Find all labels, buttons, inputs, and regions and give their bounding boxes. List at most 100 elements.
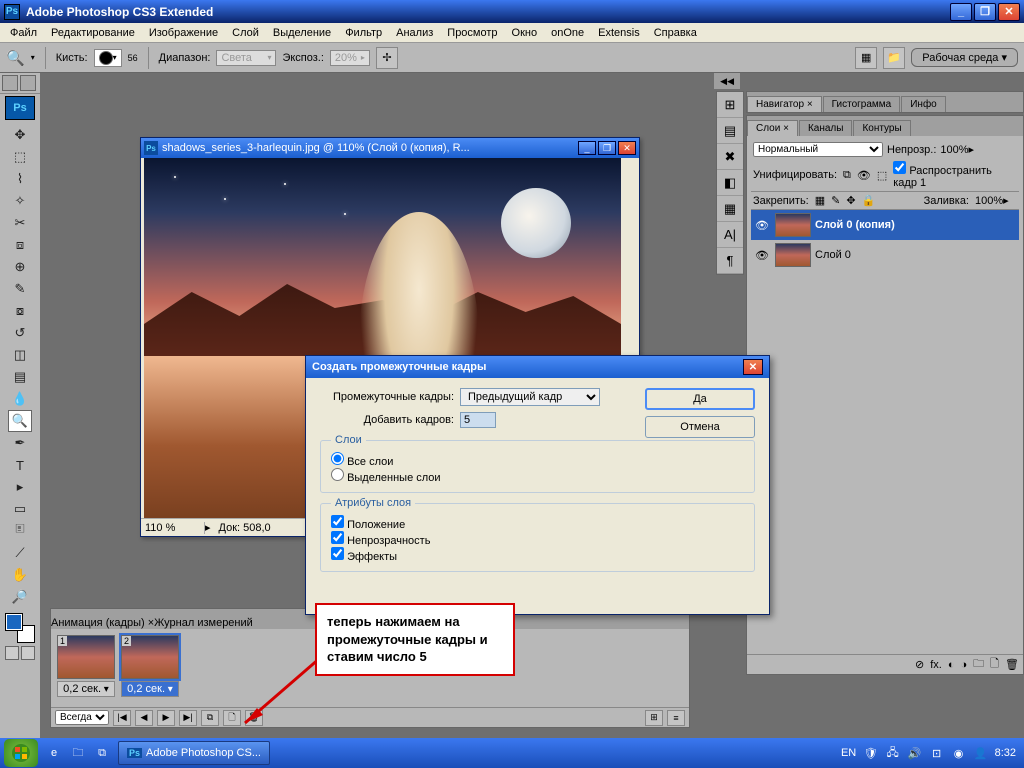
zoom-tool-icon[interactable]: 🔎: [8, 586, 32, 608]
tool-flyout-icon[interactable]: ▾: [31, 53, 35, 62]
tab-paths[interactable]: Контуры: [853, 120, 910, 136]
menu-help[interactable]: Справка: [648, 25, 703, 41]
brush-preset-picker[interactable]: ▾: [94, 49, 122, 67]
eyedropper-tool-icon[interactable]: ⟋: [8, 542, 32, 564]
tab-navigator[interactable]: Навигатор ×: [747, 96, 822, 112]
effects-checkbox[interactable]: Эффекты: [331, 551, 397, 563]
tab-histogram[interactable]: Гистограмма: [823, 96, 901, 112]
shape-tool-icon[interactable]: ▭: [8, 498, 32, 520]
lock-image-icon[interactable]: ✎: [831, 194, 840, 207]
dodge-tool-icon[interactable]: 🔍: [6, 49, 25, 67]
layer-row[interactable]: 👁 Слой 0: [751, 240, 1019, 270]
menu-image[interactable]: Изображение: [143, 25, 224, 41]
frames-to-add-input[interactable]: [460, 412, 496, 428]
info-icon[interactable]: ✖: [717, 144, 743, 170]
start-button[interactable]: [4, 739, 38, 767]
panel-menu-icon[interactable]: ≡: [667, 710, 685, 726]
doc-maximize-button[interactable]: ❐: [598, 141, 616, 155]
tray-msn-icon[interactable]: 👤: [973, 745, 989, 761]
ok-button[interactable]: Да: [645, 388, 755, 410]
new-layer-icon[interactable]: 🗋: [990, 655, 999, 674]
opacity-field[interactable]: 100%▸: [940, 143, 982, 156]
screen-mode-full-icon[interactable]: [20, 75, 36, 91]
menu-view[interactable]: Просмотр: [441, 25, 503, 41]
lock-transparency-icon[interactable]: ▦: [815, 194, 825, 207]
cancel-button[interactable]: Отмена: [645, 416, 755, 438]
dialog-titlebar[interactable]: Создать промежуточные кадры ✕: [306, 356, 769, 378]
navigator-icon[interactable]: ⊞: [717, 92, 743, 118]
menu-file[interactable]: Файл: [4, 25, 43, 41]
menu-extensis[interactable]: Extensis: [592, 25, 646, 41]
layer-thumbnail[interactable]: [775, 213, 811, 237]
palette-well-icon[interactable]: ▦: [855, 47, 877, 69]
screen-mode-standard-icon[interactable]: [2, 75, 18, 91]
heal-tool-icon[interactable]: ⊕: [8, 256, 32, 278]
loop-select[interactable]: Всегда: [55, 710, 109, 725]
exposure-select[interactable]: 20%▸: [330, 50, 370, 66]
tray-usb-icon[interactable]: ⊡: [929, 745, 945, 761]
lock-all-icon[interactable]: 🔒: [862, 194, 876, 207]
next-frame-icon[interactable]: ▶|: [179, 710, 197, 726]
crop-tool-icon[interactable]: ✂: [8, 212, 32, 234]
tray-clock[interactable]: 8:32: [995, 747, 1016, 759]
layer-thumbnail[interactable]: [775, 243, 811, 267]
layer-name[interactable]: Слой 0: [815, 249, 851, 261]
prev-frame-icon[interactable]: ◀: [135, 710, 153, 726]
document-titlebar[interactable]: Ps shadows_series_3-harlequin.jpg @ 110%…: [141, 138, 639, 158]
visibility-icon[interactable]: 👁: [753, 219, 771, 232]
blur-tool-icon[interactable]: 💧: [8, 388, 32, 410]
layer-name[interactable]: Слой 0 (копия): [815, 219, 895, 231]
tab-animation[interactable]: Анимация (кадры) ×: [51, 617, 154, 629]
lasso-tool-icon[interactable]: ⌇: [8, 168, 32, 190]
panel-collapse-handle[interactable]: ◀◀: [714, 73, 740, 89]
layer-row[interactable]: 👁 Слой 0 (копия): [751, 210, 1019, 240]
bridge-icon[interactable]: 📁: [883, 47, 905, 69]
tray-lang[interactable]: EN: [841, 745, 857, 761]
menu-select[interactable]: Выделение: [267, 25, 337, 41]
foreground-color-swatch[interactable]: [6, 614, 22, 630]
zoom-field[interactable]: 110 %: [145, 522, 205, 534]
animation-frame[interactable]: 2 0,2 сек. ▾: [121, 635, 179, 697]
wand-tool-icon[interactable]: ✧: [8, 190, 32, 212]
tab-layers[interactable]: Слои ×: [747, 120, 798, 136]
color-swatches[interactable]: [6, 614, 34, 642]
selected-layers-radio[interactable]: Выделенные слои: [331, 472, 441, 484]
menu-layer[interactable]: Слой: [226, 25, 265, 41]
doc-close-button[interactable]: ✕: [618, 141, 636, 155]
move-tool-icon[interactable]: ✥: [8, 124, 32, 146]
link-layers-icon[interactable]: ⊘: [915, 658, 924, 671]
animation-frame[interactable]: 1 0,2 сек. ▾: [57, 635, 115, 697]
stamp-tool-icon[interactable]: ⧇: [8, 300, 32, 322]
first-frame-icon[interactable]: |◀: [113, 710, 131, 726]
type-tool-icon[interactable]: T: [8, 454, 32, 476]
play-icon[interactable]: ▶: [157, 710, 175, 726]
tray-volume-icon[interactable]: 🔊: [907, 745, 923, 761]
blend-mode-select[interactable]: Нормальный: [753, 142, 883, 157]
maximize-button[interactable]: ❐: [974, 3, 996, 21]
lock-position-icon[interactable]: ✥: [846, 194, 855, 207]
propagate-checkbox[interactable]: Распространить кадр 1: [893, 161, 1017, 189]
frame-delay[interactable]: 0,2 сек. ▾: [121, 681, 179, 697]
adjustment-layer-icon[interactable]: ◑: [961, 659, 968, 671]
swatches-icon[interactable]: ▦: [717, 196, 743, 222]
menu-window[interactable]: Окно: [506, 25, 544, 41]
tray-network-icon[interactable]: 🖧: [885, 745, 901, 761]
minimize-button[interactable]: _: [950, 3, 972, 21]
tray-shield-icon[interactable]: 🛡: [863, 745, 879, 761]
frame-delay[interactable]: 0,2 сек. ▾: [57, 681, 115, 697]
quick-mask-on-icon[interactable]: [21, 646, 35, 660]
menu-onone[interactable]: onOne: [545, 25, 590, 41]
dodge-tool-icon[interactable]: 🔍: [8, 410, 32, 432]
tab-info[interactable]: Инфо: [901, 96, 946, 112]
fill-field[interactable]: 100%▸: [975, 194, 1017, 207]
quicklaunch-ie-icon[interactable]: e: [43, 742, 65, 764]
menu-edit[interactable]: Редактирование: [45, 25, 141, 41]
eraser-tool-icon[interactable]: ◫: [8, 344, 32, 366]
visibility-icon[interactable]: 👁: [753, 249, 771, 262]
menu-analysis[interactable]: Анализ: [390, 25, 439, 41]
gradient-tool-icon[interactable]: ▤: [8, 366, 32, 388]
delete-layer-icon[interactable]: 🗑: [1005, 658, 1019, 671]
notes-tool-icon[interactable]: 🗉: [8, 520, 32, 542]
unify-visibility-icon[interactable]: 👁: [857, 169, 871, 182]
layer-mask-icon[interactable]: ◐: [948, 659, 955, 671]
